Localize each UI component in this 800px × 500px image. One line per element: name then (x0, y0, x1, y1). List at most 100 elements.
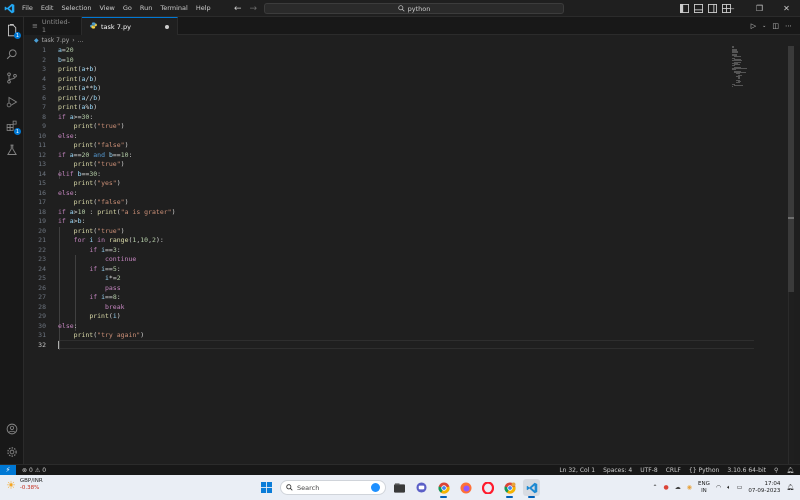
vscode-icon[interactable] (523, 479, 540, 498)
menu-terminal[interactable]: Terminal (156, 0, 191, 17)
menu-edit[interactable]: Edit (37, 0, 58, 17)
extensions-icon[interactable]: 1 (4, 118, 21, 135)
settings-gear-icon[interactable] (4, 444, 20, 460)
notification-icon[interactable]: 🔔︎ (786, 484, 794, 491)
code-line[interactable]: 12 if a==20 and b==10: (24, 151, 734, 161)
language-mode[interactable]: {} Python (689, 467, 719, 474)
code-line[interactable]: 2 b=10 (24, 56, 734, 66)
start-icon[interactable] (258, 479, 275, 496)
code-line[interactable]: 18 if a>10 : print("a is grater") (24, 208, 734, 218)
notifications-bell-icon[interactable]: 🔔︎ (786, 467, 794, 474)
testing-icon[interactable] (4, 142, 20, 158)
code-line[interactable]: 21 for i in range(1,10,2): (24, 236, 734, 246)
chevron-up-icon[interactable]: ⌃ (652, 484, 657, 491)
run-python-file-icon[interactable]: ▷ (751, 22, 756, 30)
breadcrumb-rest[interactable]: ... (78, 37, 84, 44)
code-line[interactable]: 14 elif b==30: (24, 170, 734, 180)
code-line[interactable]: 13 print("true") (24, 160, 734, 170)
forward-arrow-icon[interactable]: → (250, 4, 258, 14)
code-line[interactable]: 7 print(a%b) (24, 103, 734, 113)
chrome-icon[interactable] (435, 479, 452, 498)
code-line[interactable]: 8 if a>=30: (24, 113, 734, 123)
files-icon[interactable] (391, 479, 408, 496)
wifi-icon[interactable]: ◠ (716, 484, 721, 491)
minimize-button[interactable]: – (719, 0, 746, 17)
code-line[interactable]: 15 print("yes") (24, 179, 734, 189)
menu-run[interactable]: Run (136, 0, 156, 17)
menu-view[interactable]: View (95, 0, 118, 17)
taskbar-search[interactable]: Search (280, 480, 386, 495)
widgets-button[interactable]: ☀ GBP/INR -0.38% (6, 478, 43, 492)
tab-task-7-py[interactable]: task 7.py (82, 17, 178, 35)
menu-go[interactable]: Go (119, 0, 136, 17)
toggle-primary-sidebar-icon[interactable] (680, 4, 689, 13)
command-center-search[interactable]: python (264, 3, 564, 14)
code-line[interactable]: 5 print(a**b) (24, 84, 734, 94)
end-of-line[interactable]: CRLF (666, 467, 681, 474)
tray-app-icon[interactable]: ● (664, 484, 669, 491)
scrollbar-thumb[interactable] (788, 46, 794, 292)
code-line[interactable]: 26 pass (24, 284, 734, 294)
code-line[interactable]: 29 print(i) (24, 312, 734, 322)
python-interpreter[interactable]: 3.10.6 64-bit (727, 467, 766, 474)
code-line[interactable]: 32 (24, 341, 734, 351)
battery-icon[interactable]: ▭ (737, 484, 743, 491)
opera-icon[interactable] (479, 479, 496, 496)
remote-window-icon[interactable]: ⚡ (0, 464, 16, 476)
code-line[interactable]: 10 else: (24, 132, 734, 142)
chat-icon[interactable] (413, 479, 430, 496)
code-editor[interactable]: 1 a=20 2 b=10 3 print(a+b) 4 print(a/b) 5 print(a… (24, 46, 794, 464)
unsaved-dot-icon[interactable] (165, 24, 169, 29)
tray-app-icon[interactable]: ☁ (675, 484, 681, 491)
toggle-panel-icon[interactable] (694, 4, 703, 13)
input-language[interactable]: ENG IN (698, 481, 710, 495)
breadcrumb-file[interactable]: task 7.py (42, 37, 70, 44)
toggle-secondary-sidebar-icon[interactable] (708, 4, 717, 13)
code-line[interactable]: 20 print("true") (24, 227, 734, 237)
code-line[interactable]: 22 if i==3: (24, 246, 734, 256)
explorer-icon[interactable]: 1 (4, 22, 21, 39)
close-button[interactable]: ✕ (773, 0, 800, 17)
code-line[interactable]: 1 a=20 (24, 46, 734, 56)
cursor-position[interactable]: Ln 32, Col 1 (559, 467, 595, 474)
clock[interactable]: 17:04 07-09-2023 (748, 481, 780, 495)
minimap[interactable] (732, 46, 752, 88)
menu-help[interactable]: Help (192, 0, 215, 17)
problems-indicator[interactable]: ⊗ 0 ⚠ 0 (22, 467, 46, 474)
back-arrow-icon[interactable]: ← (234, 4, 242, 14)
source-control-icon[interactable] (4, 70, 20, 86)
code-line[interactable]: 3 print(a+b) (24, 65, 734, 75)
volume-icon[interactable]: 🔈︎ (727, 484, 731, 492)
menu-selection[interactable]: Selection (57, 0, 95, 17)
vertical-scrollbar[interactable] (788, 46, 794, 464)
code-line[interactable]: 17 print("false") (24, 198, 734, 208)
chevron-down-icon[interactable]: ⌄ (762, 23, 766, 29)
firefox-icon[interactable] (457, 479, 474, 496)
tab-untitled-1[interactable]: ≡ Untitled-1 (24, 17, 82, 35)
account-icon[interactable] (4, 421, 20, 437)
code-line[interactable]: 24 if i==5: (24, 265, 734, 275)
maximize-button[interactable]: ❐ (746, 0, 773, 17)
code-line[interactable]: 19 if a>b: (24, 217, 734, 227)
code-line[interactable]: 30 else: (24, 322, 734, 332)
code-line[interactable]: 9 print("true") (24, 122, 734, 132)
code-line[interactable]: 6 print(a//b) (24, 94, 734, 104)
code-line[interactable]: 4 print(a/b) (24, 75, 734, 85)
run-debug-icon[interactable] (4, 94, 20, 110)
indentation[interactable]: Spaces: 4 (603, 467, 632, 474)
encoding[interactable]: UTF-8 (640, 467, 658, 474)
tray-app-icon[interactable]: ◉ (687, 484, 692, 491)
menu-file[interactable]: File (18, 0, 37, 17)
chrome-profile-icon[interactable] (501, 479, 518, 498)
code-line[interactable]: 31 print("try again") (24, 331, 734, 341)
code-line[interactable]: 27 if i==8: (24, 293, 734, 303)
split-editor-icon[interactable]: ◫ (772, 22, 779, 30)
code-line[interactable]: 28 break (24, 303, 734, 313)
code-line[interactable]: 23 continue (24, 255, 734, 265)
search-icon[interactable] (4, 46, 20, 62)
feedback-icon[interactable]: ⚲ (774, 467, 778, 474)
code-line[interactable]: 16 else: (24, 189, 734, 199)
code-line[interactable]: 25 i*=2 (24, 274, 734, 284)
code-line[interactable]: 11 print("false") (24, 141, 734, 151)
more-actions-icon[interactable]: ⋯ (785, 22, 792, 30)
